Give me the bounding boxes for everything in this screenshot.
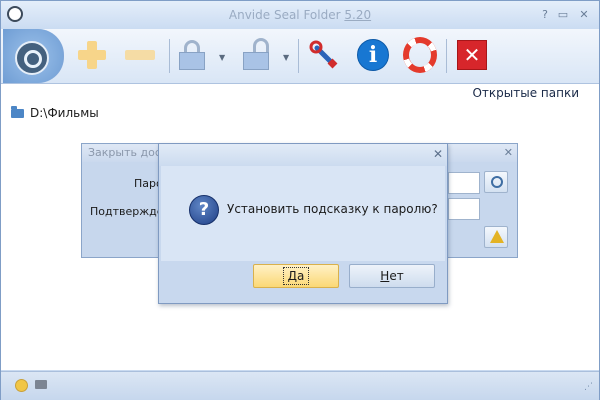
settings-button[interactable] (307, 37, 341, 73)
no-button[interactable]: Нет (349, 264, 435, 288)
toolbar-separator (169, 39, 170, 73)
minimize-button[interactable]: ▭ (555, 8, 571, 22)
question-icon: ? (189, 195, 219, 225)
info-button[interactable]: i (356, 37, 390, 73)
no-label-rest: ет (389, 269, 404, 283)
main-lock-button[interactable] (3, 29, 64, 83)
yes-mnemonic: Д (287, 269, 297, 283)
status-bar: ⋰ (1, 371, 599, 400)
help-lifebuoy-button[interactable] (403, 37, 437, 73)
padlock-open-icon (243, 38, 269, 70)
wrench-icon (309, 40, 338, 69)
no-mnemonic: Н (380, 269, 390, 283)
printer-icon[interactable] (35, 380, 47, 389)
open-access-button[interactable] (241, 37, 271, 73)
help-button[interactable]: ? (537, 8, 553, 22)
warning-icon (490, 230, 504, 243)
title-bar: Anvide Seal Folder 5.20 ? ▭ ✕ (1, 1, 599, 29)
lifebuoy-icon (403, 37, 437, 73)
hint-question-text: Установить подсказку к паролю? (227, 202, 438, 216)
folder-icon (11, 105, 24, 118)
open-folders-link[interactable]: Открытые папки (472, 86, 579, 100)
close-access-dialog-close-button[interactable]: ✕ (504, 144, 513, 162)
resize-grip[interactable]: ⋰ (584, 382, 593, 392)
lightbulb-icon[interactable] (15, 379, 28, 392)
close-access-dropdown-arrow[interactable]: ▼ (219, 53, 225, 62)
toolbar-separator (446, 39, 447, 73)
padlock-closed-icon (179, 40, 205, 70)
remove-folder-button[interactable] (123, 37, 157, 73)
hint-confirm-dialog: ✕ ? Установить подсказку к паролю? Да Не… (158, 143, 448, 304)
window-title: Anvide Seal Folder 5.20 (1, 8, 599, 22)
hint-confirm-dialog-close-button[interactable]: ✕ (433, 147, 443, 161)
app-name: Anvide Seal Folder (228, 8, 341, 22)
warning-button[interactable] (484, 226, 508, 248)
show-password-button[interactable] (484, 171, 508, 193)
confirm-password-input[interactable] (448, 198, 480, 220)
magnifier-icon (491, 176, 503, 188)
password-input[interactable] (448, 172, 480, 194)
exit-button[interactable]: ✕ (455, 37, 489, 73)
lock-icon (15, 41, 49, 75)
folder-path: D:\Фильмы (30, 106, 99, 120)
hint-confirm-dialog-titlebar: ✕ (159, 144, 447, 166)
yes-label-rest: а (297, 269, 305, 283)
close-window-button[interactable]: ✕ (576, 8, 592, 22)
open-access-dropdown-arrow[interactable]: ▼ (283, 53, 289, 62)
close-access-button[interactable] (177, 37, 207, 73)
hint-confirm-dialog-body: ? Установить подсказку к паролю? (161, 166, 445, 261)
yes-button[interactable]: Да (253, 264, 339, 288)
toolbar-separator (298, 39, 299, 73)
add-folder-button[interactable] (77, 37, 107, 73)
toolbar: ▼ ▼ i ✕ (1, 29, 599, 84)
minus-icon (125, 50, 155, 60)
app-version: 5.20 (344, 8, 372, 22)
close-access-dialog-title-text: Закрыть дос (88, 146, 161, 159)
folder-item[interactable]: D:\Фильмы (11, 105, 99, 120)
close-x-icon: ✕ (457, 40, 487, 70)
info-icon: i (357, 39, 389, 71)
